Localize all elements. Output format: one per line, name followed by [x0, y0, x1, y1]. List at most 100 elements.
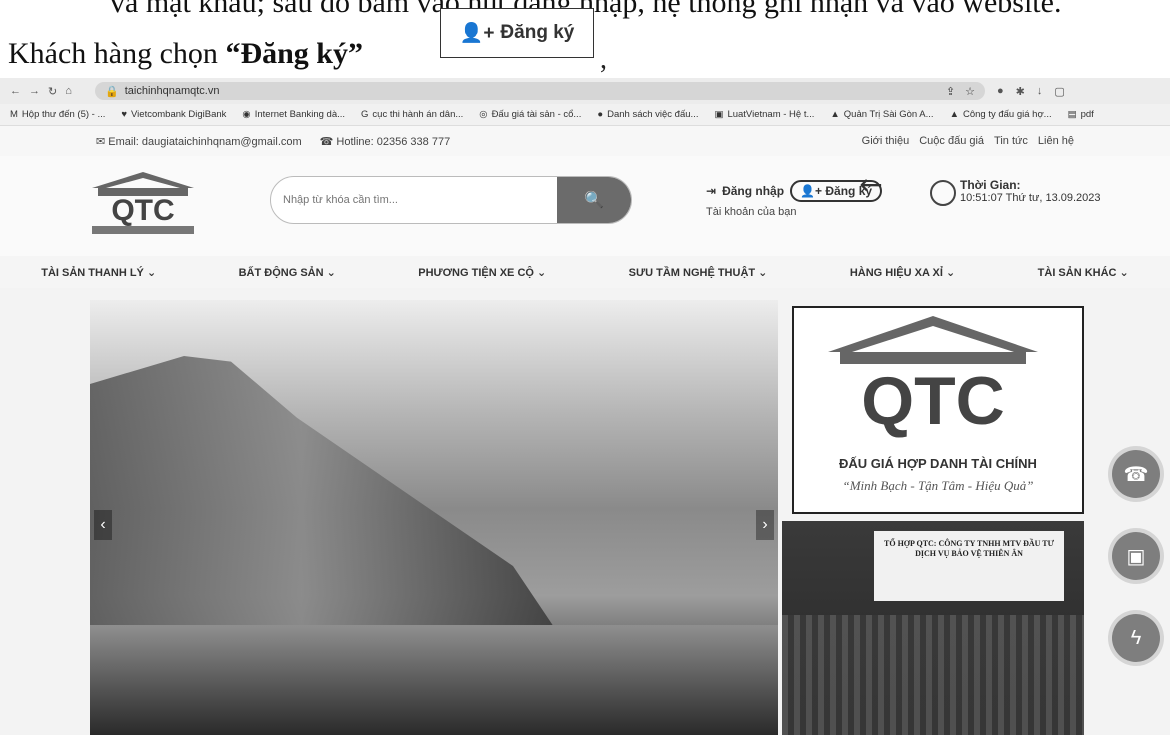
lake-image — [90, 625, 778, 735]
email-info: ✉ Email: daugiataichinhqnam@gmail.com — [96, 135, 302, 148]
bookmark-folder-icon: ▤ — [1067, 109, 1077, 120]
hero-slider[interactable]: ‹ › — [90, 300, 778, 735]
search-button[interactable]: 🔍 — [557, 177, 631, 223]
bookmark-label: Hộp thư đến (5) - ... — [21, 109, 106, 120]
bookmark-label: Quản Trị Sài Gòn A... — [843, 109, 934, 120]
hotline-info: ☎ Hotline: 02356 338 777 — [320, 135, 451, 148]
bookmark-item[interactable]: ▲ Công ty đấu giá hợ... — [950, 109, 1052, 120]
site-top-strip: ✉ Email: daugiataichinhqnam@gmail.com ☎ … — [0, 126, 1170, 156]
login-row: ⇥ Đăng nhập 👤+ Đăng ký — [706, 180, 883, 202]
caption-text: Khách hàng chọn — [8, 37, 218, 70]
account-label: Tài khoản của bạn — [706, 206, 797, 218]
browser-nav-icons: ← → ↻ ⌂ — [10, 85, 95, 98]
user-plus-icon: 👤+ — [459, 23, 495, 44]
menu-item-other-assets[interactable]: TÀI SẢN KHÁC ⌄ — [1038, 266, 1129, 279]
bookmark-icon: ◉ — [242, 109, 251, 120]
chat-icon: ▣ — [1126, 545, 1146, 568]
tab-icon[interactable]: ▢ — [1054, 85, 1064, 98]
bookmark-label: pdf — [1080, 109, 1094, 120]
bookmark-icon: ▣ — [714, 109, 724, 120]
register-link[interactable]: 👤+ Đăng ký — [790, 180, 883, 202]
messenger-float-button[interactable]: ϟ — [1112, 614, 1160, 662]
bookmark-mail-icon: M — [10, 109, 18, 120]
time-block: Thời Gian: 10:51:07 Thứ tư, 13.09.2023 — [960, 178, 1101, 204]
bookmarks-bar: M Hộp thư đến (5) - ... ♥ Vietcombank Digi… — [0, 104, 1170, 126]
star-icon[interactable]: ☆ — [965, 85, 975, 98]
bookmark-icon: ▲ — [949, 109, 959, 120]
ad-title: ĐẤU GIÁ HỢP DANH TÀI CHÍNH — [839, 456, 1037, 471]
bookmark-icon: G — [361, 109, 369, 120]
menu-item-luxury[interactable]: HÀNG HIỆU XA XỈ ⌄ — [850, 266, 955, 279]
lock-icon: 🔒 — [105, 85, 119, 98]
hotline-text: Hotline: 02356 338 777 — [336, 135, 451, 148]
extension-icon-2[interactable]: ✱ — [1016, 85, 1025, 98]
qtc-large-logo-letters: QTC — [861, 363, 1005, 439]
bookmark-icon: ♥ — [121, 109, 128, 120]
share-icon[interactable]: ⇪ — [946, 85, 955, 98]
top-links: Giới thiệu Cuộc đấu giá Tin tức Liên hệ — [862, 135, 1074, 147]
slider-prev-button[interactable]: ‹ — [94, 510, 112, 540]
address-actions: ⇪ ☆ — [946, 85, 975, 98]
bookmark-icon: ◎ — [479, 109, 488, 120]
bookmark-icon: ▲ — [830, 109, 840, 120]
bookmark-item[interactable]: ▲ Quản Trị Sài Gòn A... — [830, 109, 933, 120]
bookmark-label: LuatVietnam - Hệ t... — [727, 109, 815, 120]
menu-item-real-estate[interactable]: BẤT ĐỘNG SẢN ⌄ — [239, 266, 336, 279]
slider-next-button[interactable]: › — [756, 510, 774, 540]
bookmark-item[interactable]: ● Danh sách việc đấu... — [597, 109, 698, 120]
bookmark-item[interactable]: Gcục thi hành án dân... — [361, 109, 463, 120]
browser-screenshot: ← → ↻ ⌂ 🔒 taichinhqnamqtc.vn ⇪ ☆ ● ✱ ↓ ▢… — [0, 78, 1170, 735]
register-label: Đăng ký — [825, 184, 873, 198]
home-icon[interactable]: ⌂ — [65, 85, 72, 98]
user-plus-icon: 👤+ — [800, 184, 826, 198]
phone-icon: ☎ — [319, 135, 337, 148]
top-link-news[interactable]: Tin tức — [994, 135, 1028, 147]
back-icon[interactable]: ← — [10, 85, 21, 98]
search-input[interactable] — [271, 177, 557, 223]
menu-item-liquidation[interactable]: TÀI SẢN THANH LÝ ⌄ — [41, 266, 156, 279]
search-box: 🔍 — [270, 176, 632, 224]
bookmark-item[interactable]: ♥ Vietcombank DigiBank — [121, 109, 226, 120]
qtc-logo-letters: QTC — [111, 194, 174, 227]
contact-info: ✉ Email: daugiataichinhqnam@gmail.com ☎ … — [96, 135, 450, 148]
bookmark-label: Internet Banking dà... — [254, 109, 346, 120]
monument-cliff-image — [90, 356, 560, 636]
qtc-logo[interactable]: QTC — [88, 170, 198, 236]
ad-slogan: “Minh Bạch - Tận Tâm - Hiệu Quả” — [842, 478, 1034, 493]
menu-item-art[interactable]: SƯU TẦM NGHỆ THUẬT ⌄ — [629, 266, 768, 279]
security-ad-banner: TỔ HỢP QTC: CÔNG TY TNHH MTV ĐẦU TƯ DỊCH… — [874, 531, 1064, 601]
email-text: Email: daugiataichinhqnam@gmail.com — [108, 135, 302, 148]
bookmark-item[interactable]: M Hộp thư đến (5) - ... — [10, 109, 105, 120]
chevron-left-icon: ‹ — [100, 516, 106, 533]
download-icon[interactable]: ↓ — [1037, 85, 1043, 98]
browser-toolbar: ← → ↻ ⌂ 🔒 taichinhqnamqtc.vn ⇪ ☆ ● ✱ ↓ ▢ — [0, 78, 1170, 104]
bookmark-item[interactable]: ◉ Internet Banking dà... — [242, 109, 345, 120]
top-link-auctions[interactable]: Cuộc đấu giá — [919, 135, 984, 147]
messenger-icon: ϟ — [1130, 626, 1142, 649]
bookmark-item[interactable]: ▤ pdf — [1068, 109, 1094, 120]
bookmark-item[interactable]: ◎ Đấu giá tài sản - cổ... — [479, 109, 581, 120]
menu-item-vehicles[interactable]: PHƯƠNG TIỆN XE CỘ ⌄ — [418, 266, 546, 279]
site-header: QTC 🔍 ↙ ⇥ Đăng nhập 👤+ Đăng ký Tài khoản… — [0, 156, 1170, 256]
extension-icon-1[interactable]: ● — [997, 85, 1004, 98]
login-area: ⇥ Đăng nhập 👤+ Đăng ký Tài khoản của bạn — [706, 180, 883, 218]
bookmark-item[interactable]: ▣ LuatVietnam - Hệ t... — [714, 109, 814, 120]
document-caption: Khách hàng chọn “Đăng ký” — [8, 37, 363, 71]
clock-icon — [930, 180, 956, 206]
zalo-float-button[interactable]: ▣ — [1112, 532, 1160, 580]
bookmark-label: Danh sách việc đấu... — [607, 109, 699, 120]
top-link-contact[interactable]: Liên hệ — [1038, 135, 1074, 147]
phone-float-button[interactable]: ☎ — [1112, 450, 1160, 498]
security-company-ad[interactable]: TỔ HỢP QTC: CÔNG TY TNHH MTV ĐẦU TƯ DỊCH… — [782, 521, 1084, 735]
time-value: 10:51:07 Thứ tư, 13.09.2023 — [960, 192, 1101, 204]
search-icon: 🔍 — [584, 192, 604, 209]
forward-icon[interactable]: → — [29, 85, 40, 98]
chevron-right-icon: › — [762, 516, 768, 533]
reload-icon[interactable]: ↻ — [48, 85, 57, 98]
address-bar[interactable]: 🔒 taichinhqnamqtc.vn ⇪ ☆ — [95, 82, 985, 100]
qtc-ad-banner[interactable]: QTC ĐẤU GIÁ HỢP DANH TÀI CHÍNH “Minh Bạc… — [792, 306, 1084, 514]
top-link-about[interactable]: Giới thiệu — [862, 135, 910, 147]
qtc-large-logo: QTC — [828, 316, 1038, 439]
extension-icons: ● ✱ ↓ ▢ — [997, 85, 1065, 98]
login-link[interactable]: Đăng nhập — [722, 184, 784, 198]
